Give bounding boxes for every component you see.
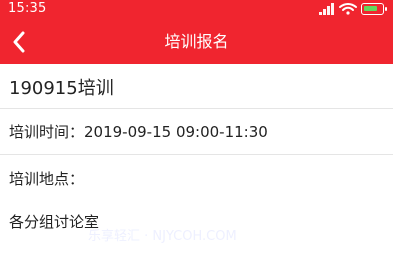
training-time: 培训时间：2019-09-15 09:00-11:30 bbox=[9, 123, 268, 141]
battery-level bbox=[364, 6, 377, 11]
status-time: 15:35 bbox=[8, 1, 47, 16]
wifi-icon bbox=[339, 3, 357, 15]
training-location-value: 各分组讨论室 bbox=[9, 213, 100, 231]
section-divider bbox=[0, 154, 393, 155]
training-detail: 190915培训 培训时间：2019-09-15 09:00-11:30 培训地… bbox=[0, 64, 393, 262]
page-title: 培训报名 bbox=[164, 32, 229, 51]
training-name: 190915培训 bbox=[9, 78, 114, 99]
status-bar: 15:35 bbox=[0, 0, 393, 20]
training-location-label: 培训地点： bbox=[9, 170, 85, 188]
app-header: 15:35 培训报名 bbox=[0, 0, 393, 64]
back-button[interactable] bbox=[0, 24, 38, 60]
battery-icon bbox=[361, 3, 387, 15]
chevron-left-icon bbox=[13, 31, 25, 53]
signal-icon bbox=[319, 3, 335, 15]
section-divider bbox=[0, 108, 393, 109]
status-icons bbox=[319, 2, 387, 16]
